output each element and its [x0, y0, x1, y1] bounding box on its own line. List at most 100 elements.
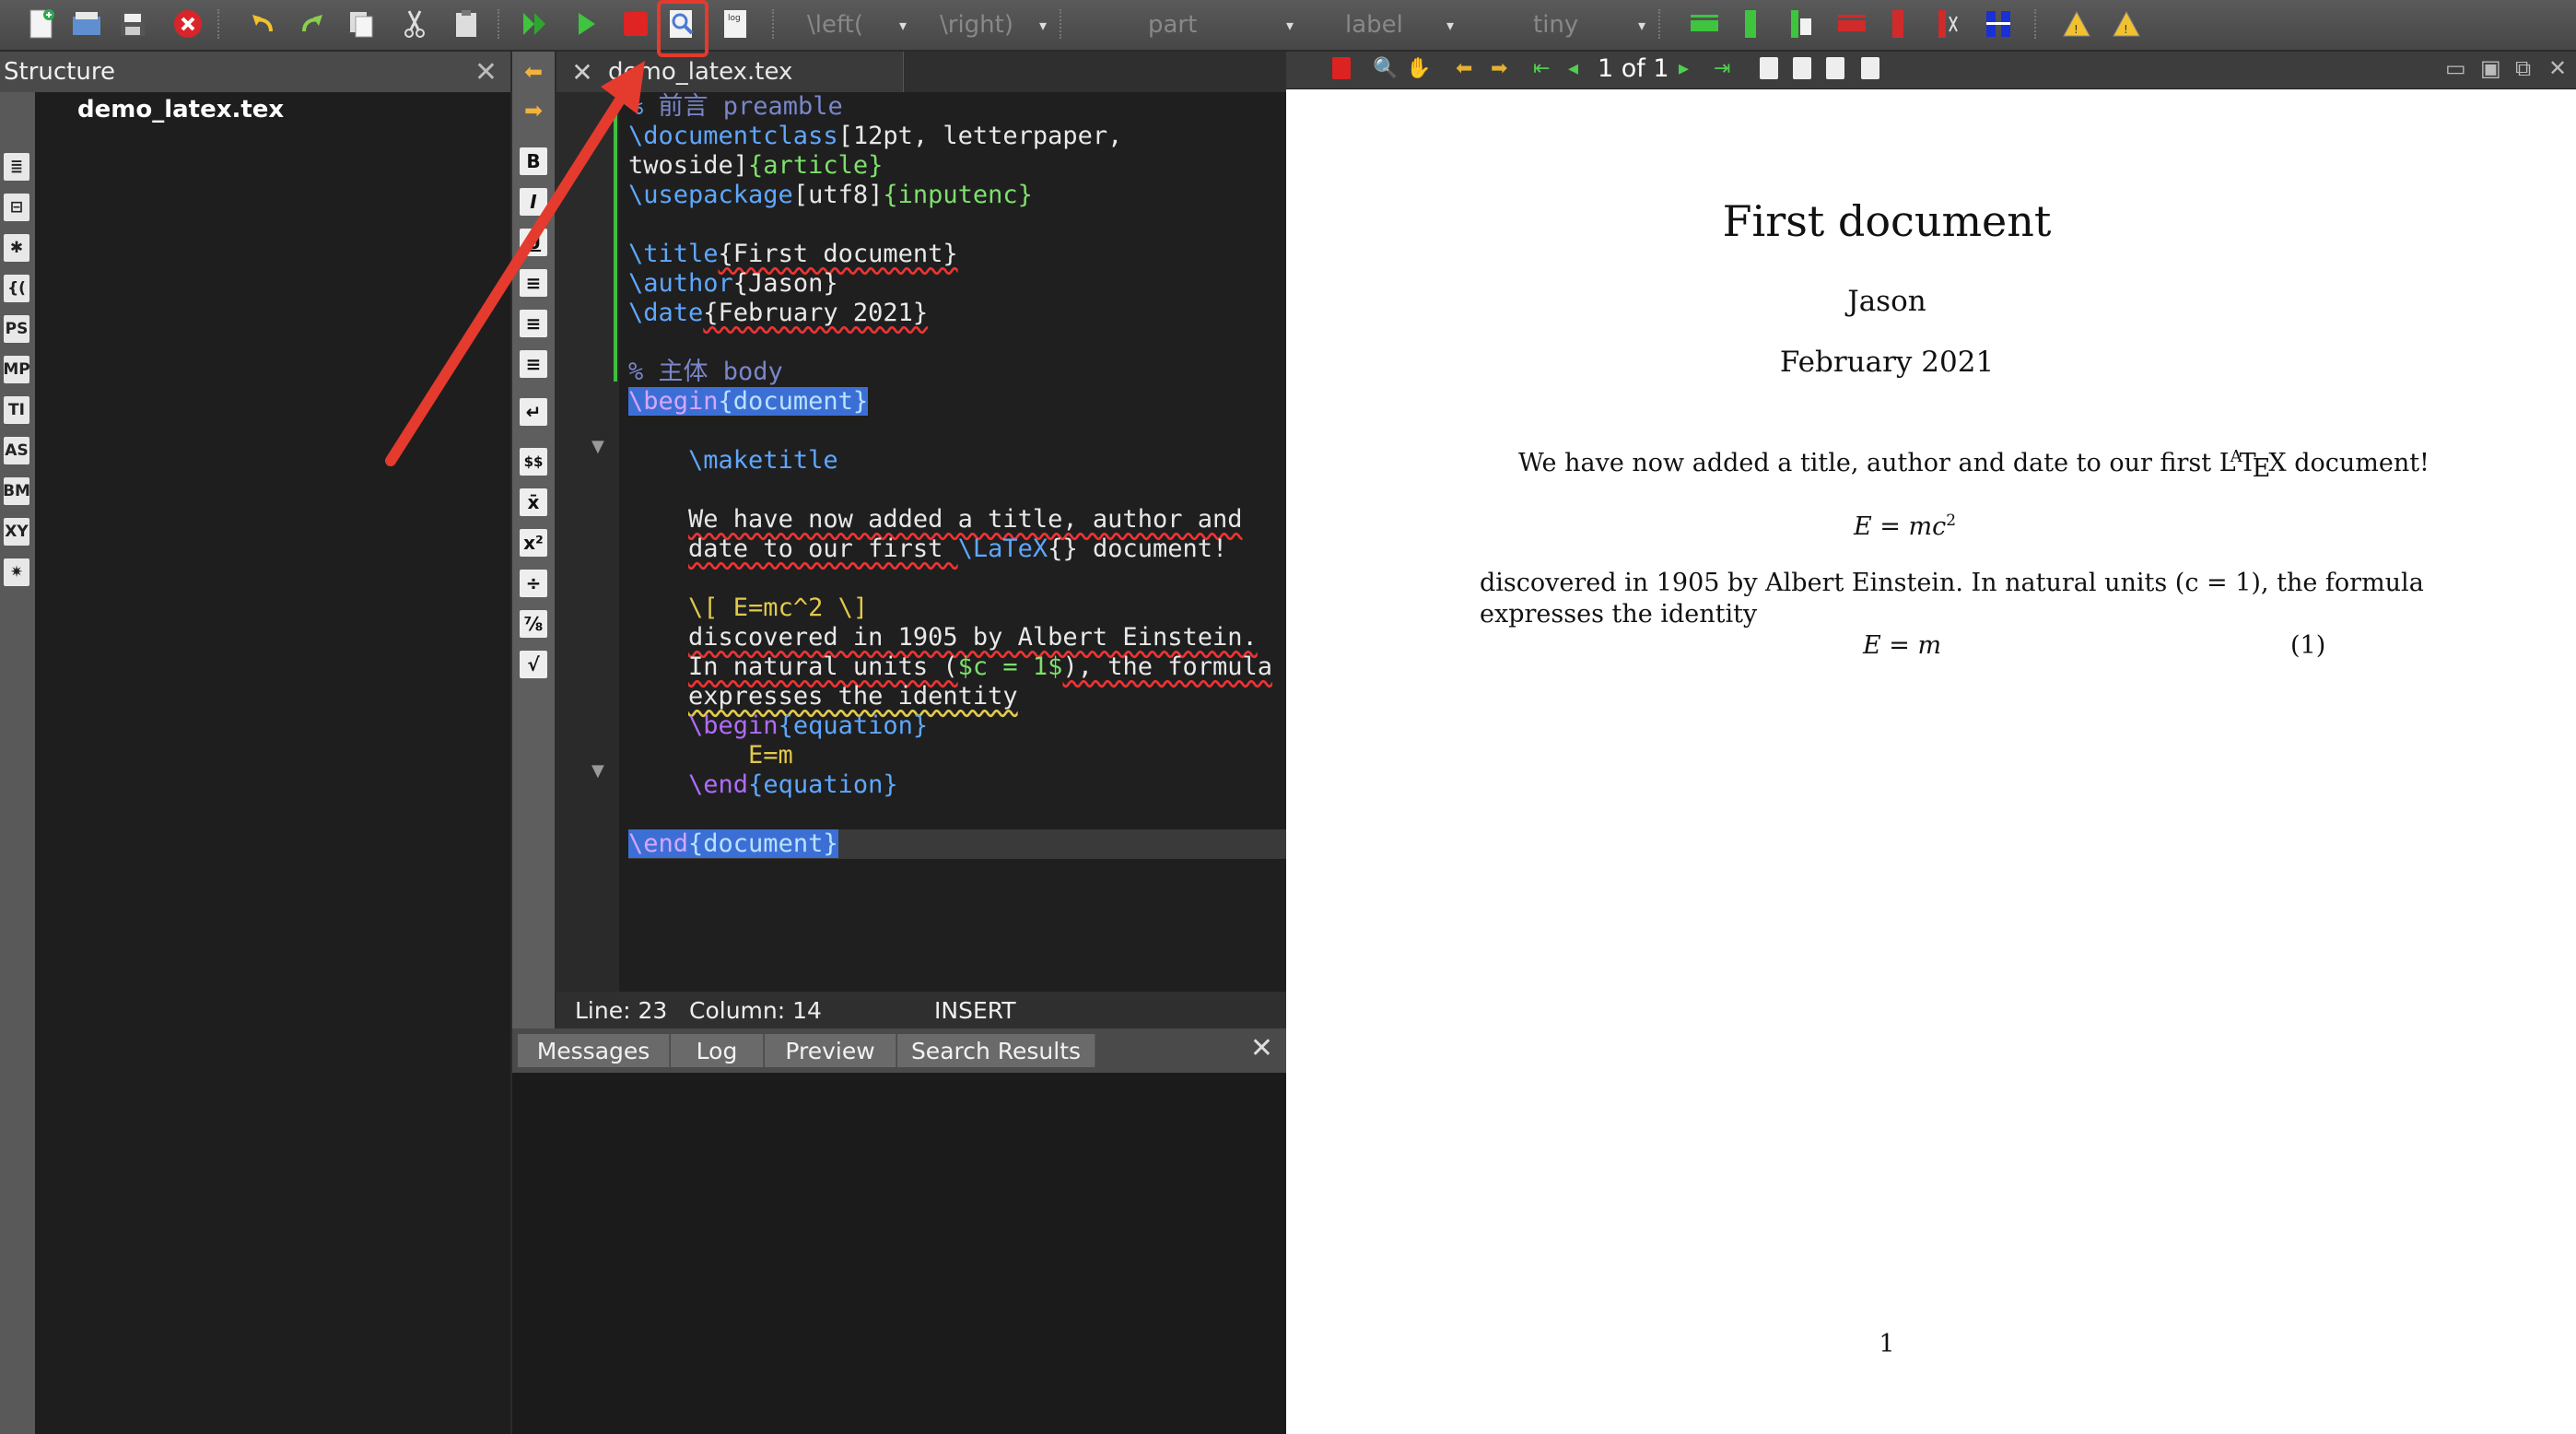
stop-icon[interactable]: [617, 6, 654, 42]
save-icon[interactable]: [114, 6, 151, 42]
table-align-icon[interactable]: [1981, 6, 2018, 42]
cut-icon[interactable]: [396, 6, 433, 42]
side-tab-relations[interactable]: ⊟: [4, 194, 29, 221]
side-tab-pstricks[interactable]: PS: [4, 315, 29, 343]
new-file-icon[interactable]: [22, 6, 59, 42]
left-delimiter-combo[interactable]: \left( ▾: [802, 7, 912, 42]
display-math-button[interactable]: $$: [520, 448, 547, 476]
quick-build-icon[interactable]: [516, 6, 553, 42]
close-icon[interactable]: ✕: [2548, 55, 2567, 81]
arrow-right-icon[interactable]: ➡: [521, 98, 545, 123]
previous-page-icon[interactable]: ◂: [1568, 57, 1578, 80]
side-tab-tikz[interactable]: TI: [4, 396, 29, 424]
svg-text:log: log: [728, 14, 741, 23]
compile-icon[interactable]: [568, 6, 604, 42]
paste-icon[interactable]: [448, 6, 485, 42]
align-center-button[interactable]: ≡: [520, 310, 547, 337]
fit-page-icon[interactable]: [1826, 57, 1844, 79]
font-size-label: tiny: [1533, 11, 1579, 39]
table-insert-icon[interactable]: [1782, 6, 1819, 42]
table-remove-row-icon[interactable]: [1833, 6, 1870, 42]
structure-panel: Structure ✕ ≣ ⊟ ✱ {( PS MP TI AS BM XY ✷…: [0, 52, 510, 1434]
fraction-button[interactable]: ⅞: [520, 610, 547, 638]
subscript-button[interactable]: x̄: [520, 488, 547, 516]
current-page[interactable]: 1: [1598, 54, 1613, 83]
tab-log[interactable]: Log: [671, 1034, 764, 1067]
side-tab-operators[interactable]: ✱: [4, 234, 29, 262]
fold-marker-icon[interactable]: ▼: [591, 761, 604, 781]
chevron-down-icon: ▾: [1446, 16, 1454, 34]
table-add-column-icon[interactable]: [1732, 6, 1769, 42]
table-remove-column-icon[interactable]: [1879, 6, 1916, 42]
redo-icon[interactable]: [295, 6, 332, 42]
code-editor[interactable]: % 前言 preamble \documentclass[12pt, lette…: [628, 92, 1286, 859]
rotate-icon[interactable]: [1861, 57, 1879, 79]
hand-icon[interactable]: ✋: [1406, 57, 1431, 80]
arrow-left-icon[interactable]: ⬅: [1456, 57, 1472, 80]
close-document-icon[interactable]: [170, 6, 206, 42]
tab-search-results[interactable]: Search Results: [897, 1034, 1095, 1067]
view-log-icon[interactable]: log: [717, 6, 754, 42]
tab-preview[interactable]: Preview: [765, 1034, 896, 1067]
superscript-button[interactable]: x²: [520, 529, 547, 557]
pdf-paragraph-2-line-2: expresses the identity: [1480, 600, 1758, 629]
side-tab-delimiters[interactable]: {(: [4, 275, 29, 302]
warning-next-icon[interactable]: !: [2058, 6, 2095, 42]
pdf-preview-page[interactable]: First document Jason February 2021 We ha…: [1286, 89, 2576, 1434]
page-layout-icon[interactable]: [1760, 57, 1778, 79]
table-add-row-icon[interactable]: [1686, 6, 1723, 42]
fit-width-icon[interactable]: [1793, 57, 1811, 79]
side-tab-bookmarks[interactable]: BM: [3, 477, 30, 505]
maximize-icon[interactable]: ⧉: [2515, 55, 2531, 81]
sectioning-combo[interactable]: part ▾: [1142, 7, 1299, 42]
arrow-left-icon[interactable]: ⬅: [521, 59, 545, 85]
undo-icon[interactable]: [243, 6, 280, 42]
table-cut-icon[interactable]: [1929, 6, 1966, 42]
close-icon[interactable]: ✕: [474, 56, 498, 88]
side-tab-asymptote[interactable]: AS: [4, 437, 29, 464]
align-left-button[interactable]: ≡: [520, 269, 547, 297]
close-tab-icon[interactable]: ✕: [556, 57, 608, 88]
open-file-icon[interactable]: [68, 6, 105, 42]
chevron-down-icon: ▾: [898, 16, 907, 34]
side-tab-xypic[interactable]: XY: [4, 518, 29, 546]
sync-icon[interactable]: [1332, 57, 1351, 79]
restore-icon[interactable]: ▣: [2480, 55, 2501, 81]
right-delimiter-combo[interactable]: \right) ▾: [934, 7, 1052, 42]
division-button[interactable]: ÷: [520, 570, 547, 597]
next-page-icon[interactable]: ▸: [1679, 57, 1689, 80]
pdf-paragraph-2-line-1: discovered in 1905 by Albert Einstein. I…: [1480, 569, 2424, 597]
code-line: \date{February 2021}: [628, 299, 929, 327]
tab-messages[interactable]: Messages: [518, 1034, 670, 1067]
first-page-icon[interactable]: ⇤: [1533, 57, 1550, 80]
right-delimiter-label: \right): [940, 11, 1013, 39]
font-size-combo[interactable]: tiny ▾: [1528, 7, 1651, 42]
pdf-author: Jason: [1847, 285, 1926, 318]
side-tab-structure[interactable]: ≣: [4, 153, 29, 181]
last-page-icon[interactable]: ⇥: [1714, 57, 1730, 80]
sqrt-button[interactable]: √: [520, 651, 547, 678]
arrow-right-icon[interactable]: ➡: [1491, 57, 1507, 80]
warning-previous-icon[interactable]: !: [2108, 6, 2145, 42]
align-right-button[interactable]: ≡: [520, 350, 547, 378]
close-icon[interactable]: ✕: [1250, 1032, 1273, 1064]
side-tab-misc[interactable]: ✷: [4, 558, 29, 586]
zoom-icon[interactable]: 🔍: [1373, 57, 1398, 80]
copy-icon[interactable]: [343, 6, 380, 42]
underline-button[interactable]: U: [520, 229, 547, 256]
italic-button[interactable]: I: [520, 188, 547, 216]
editor-tab-label: demo_latex.tex: [608, 58, 793, 86]
newline-button[interactable]: ↵: [520, 398, 547, 426]
fold-marker-icon[interactable]: ▼: [591, 437, 604, 456]
reference-combo[interactable]: label ▾: [1340, 7, 1459, 42]
minimize-icon[interactable]: ▭: [2445, 55, 2466, 81]
pdf-paragraph-1: We have now added a title, author and da…: [1518, 447, 2430, 483]
structure-header: Structure ✕: [0, 52, 510, 92]
side-tab-metapost[interactable]: MP: [3, 356, 30, 383]
chevron-down-icon: ▾: [1637, 16, 1645, 34]
editor-tab[interactable]: ✕ demo_latex.tex: [556, 52, 904, 92]
structure-file-item[interactable]: demo_latex.tex: [77, 96, 284, 123]
bold-button[interactable]: B: [520, 147, 547, 175]
